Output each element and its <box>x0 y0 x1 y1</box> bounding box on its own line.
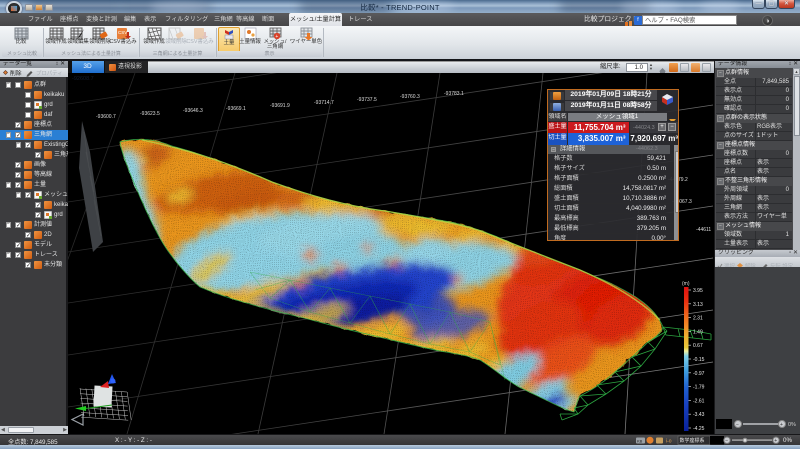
svg-text:-0.97: -0.97 <box>693 371 705 377</box>
svg-text:1.49: 1.49 <box>693 329 703 335</box>
svg-text:-92608.7: -92608.7 <box>72 76 94 82</box>
svg-text:プロパティ: プロパティ <box>36 70 63 77</box>
svg-text:-44611: -44611 <box>696 227 711 233</box>
svg-text:+: + <box>774 438 777 444</box>
svg-text:-93646.3: -93646.3 <box>183 108 203 114</box>
svg-text:−: − <box>736 422 739 428</box>
svg-text:削除: 削除 <box>10 69 22 77</box>
svg-text:CSV: CSV <box>118 30 127 35</box>
svg-text:数学座標系: 数学座標系 <box>680 437 705 444</box>
svg-text:3.95: 3.95 <box>693 288 703 294</box>
svg-text:+: + <box>780 422 783 428</box>
svg-text:-93760.3: -93760.3 <box>400 94 420 100</box>
svg-text:-3.43: -3.43 <box>693 412 705 418</box>
svg-text:-2.61: -2.61 <box>693 398 705 404</box>
svg-text:-93783.1: -93783.1 <box>444 91 464 97</box>
svg-text:(m): (m) <box>682 281 690 287</box>
svg-text:-0.15: -0.15 <box>693 357 705 363</box>
svg-text:0%: 0% <box>788 422 796 428</box>
svg-text:−: − <box>725 438 728 444</box>
svg-text:-93669.1: -93669.1 <box>226 106 246 112</box>
svg-text:-93737.5: -93737.5 <box>357 97 377 103</box>
svg-text:KB: KB <box>637 438 643 443</box>
svg-text:2.31: 2.31 <box>693 316 703 322</box>
svg-text:-93600.7: -93600.7 <box>96 114 116 120</box>
svg-text:-93714.7: -93714.7 <box>314 100 334 106</box>
svg-text:-93623.5: -93623.5 <box>140 111 160 117</box>
svg-text:0.67: 0.67 <box>693 343 703 349</box>
svg-text:3.13: 3.13 <box>693 302 703 308</box>
svg-text:-1.79: -1.79 <box>693 385 705 391</box>
svg-text:-93691.9: -93691.9 <box>270 103 290 109</box>
svg-text:-4.25: -4.25 <box>693 426 705 432</box>
